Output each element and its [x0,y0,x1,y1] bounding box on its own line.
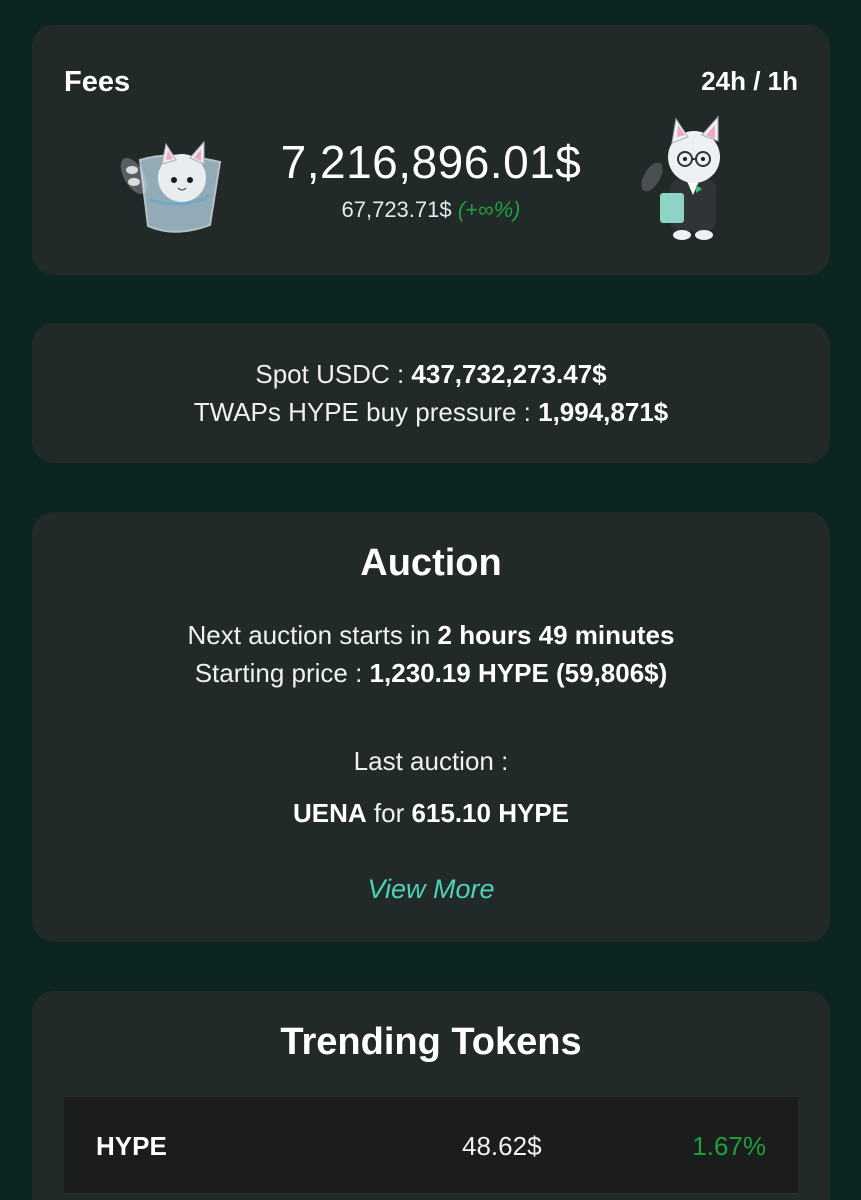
twap-label: TWAPs HYPE buy pressure : [193,397,539,427]
table-row[interactable]: HYPE 48.62$ 1.67% [64,1097,798,1194]
token-table: HYPE 48.62$ 1.67% [64,1097,798,1194]
timeframe-toggle[interactable]: 24h / 1h [701,66,798,97]
token-name: HYPE [96,1131,167,1161]
trending-card: Trending Tokens HYPE 48.62$ 1.67% [32,991,830,1200]
next-auction-label: Next auction starts in [187,620,438,650]
fees-title: Fees [64,66,131,98]
fees-card: Fees 24h / 1h 7,216,896.01$ 67,723.71$ (… [32,25,830,275]
next-auction-line: Next auction starts in 2 hours 49 minute… [32,616,830,654]
token-change: 1.67% [692,1131,766,1161]
spot-card: Spot USDC : 437,732,273.47$ TWAPs HYPE b… [32,323,830,463]
trending-title: Trending Tokens [280,1021,582,1063]
starting-price-line: Starting price : 1,230.19 HYPE (59,806$) [32,654,830,692]
spot-usdc-label: Spot USDC : [255,359,412,389]
starting-price-label: Starting price : [194,658,370,688]
fees-change: (+∞%) [457,197,521,222]
twap-line: TWAPs HYPE buy pressure : 1,994,871$ [32,393,830,431]
page: Fees 24h / 1h 7,216,896.01$ 67,723.71$ (… [0,0,861,1200]
last-auction-value: UENA for 615.10 HYPE [32,798,830,829]
starting-price-value: 1,230.19 HYPE (59,806$) [369,658,668,688]
cat-suit-mascot-icon [641,115,720,240]
fees-hourly-amount: 67,723.71$ [341,197,452,222]
token-price: 48.62$ [462,1131,542,1161]
auction-next-info: Next auction starts in 2 hours 49 minute… [32,616,830,692]
auction-card: Auction Next auction starts in 2 hours 4… [32,512,830,942]
spot-usdc-line: Spot USDC : 437,732,273.47$ [32,355,830,393]
last-auction-label: Last auction : [353,746,509,776]
last-auction-amount: 615.10 HYPE [411,798,570,828]
last-auction-token: UENA [292,798,367,828]
spot-usdc-value: 437,732,273.47$ [411,359,607,389]
spot-lines: Spot USDC : 437,732,273.47$ TWAPs HYPE b… [32,355,830,431]
twap-value: 1,994,871$ [538,397,669,427]
next-auction-value: 2 hours 49 minutes [437,620,675,650]
view-more-link[interactable]: View More [32,874,830,905]
last-auction-for: for [366,798,412,828]
auction-title: Auction [360,542,502,584]
